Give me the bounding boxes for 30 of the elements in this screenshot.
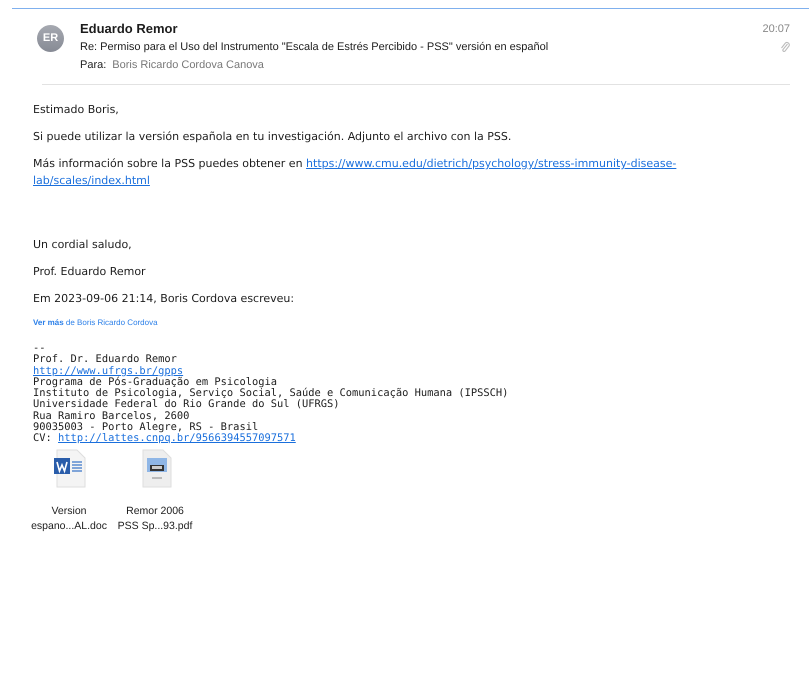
sender-name: Eduardo Remor (80, 20, 179, 38)
link[interactable]: lab/scales/index.html (33, 174, 150, 187)
link[interactable]: http://www.ufrgs.br/gpps (33, 364, 184, 377)
quote-header: Em 2023-09-06 21:14, Boris Cordova escreveu: (33, 291, 296, 307)
signature-line: Prof. Dr. Eduardo Remor (33, 354, 178, 366)
signature-line: -- (33, 343, 47, 354)
attachment-name[interactable]: espano...AL.doc (31, 518, 107, 534)
body-text: Prof. Eduardo Remor (33, 264, 147, 280)
signature-label: CV: (33, 432, 52, 444)
recipient-label: Para: (80, 59, 106, 71)
signature-line: Rua Ramiro Barcelos, 2600 (33, 410, 190, 422)
recipient-name: Boris Ricardo Cordova Canova (112, 59, 264, 71)
link[interactable]: http://lattes.cnpq.br/9566394557097571 (58, 432, 296, 444)
body-text: Un cordial saludo, (33, 237, 133, 253)
email-time: 20:07 (762, 22, 790, 37)
attachment-name[interactable]: PSS Sp...93.pdf (118, 518, 192, 534)
body-text: Más información sobre la PSS puedes obtener en (33, 157, 303, 170)
attachment-name[interactable]: Remor 2006 (126, 504, 184, 519)
body-text: Si puede utilizar la versión española en tu investigación. Adjunto el archivo con la PSS. (33, 129, 512, 145)
signature-line: 90035003 - Porto Alegre, RS - Brasil (33, 422, 258, 434)
email-subject: Re: Permiso para el Uso del Instrumento "Escala de Estrés Percibido - PSS" versión en español (80, 40, 550, 55)
body-text: Estimado Boris, (33, 102, 120, 118)
word-document-icon[interactable] (52, 448, 86, 488)
signature-line: Instituto de Psicologia, Serviço Social, Saúde e Comunicação Humana (IPSSCH) (33, 388, 510, 400)
link[interactable]: https://www.cmu.edu/dietrich/psychology/stress-immunity-disease- (306, 157, 676, 170)
avatar: ER (37, 25, 64, 52)
see-more-link[interactable]: Ver más de Boris Ricardo Cordova (33, 317, 790, 329)
signature-line: Programa de Pós-Graduação em Psicologia (33, 376, 278, 388)
attachment-name[interactable]: Version (51, 504, 87, 519)
signature-line: Universidade Federal do Rio Grande do Sul (UFRGS) (33, 399, 341, 411)
